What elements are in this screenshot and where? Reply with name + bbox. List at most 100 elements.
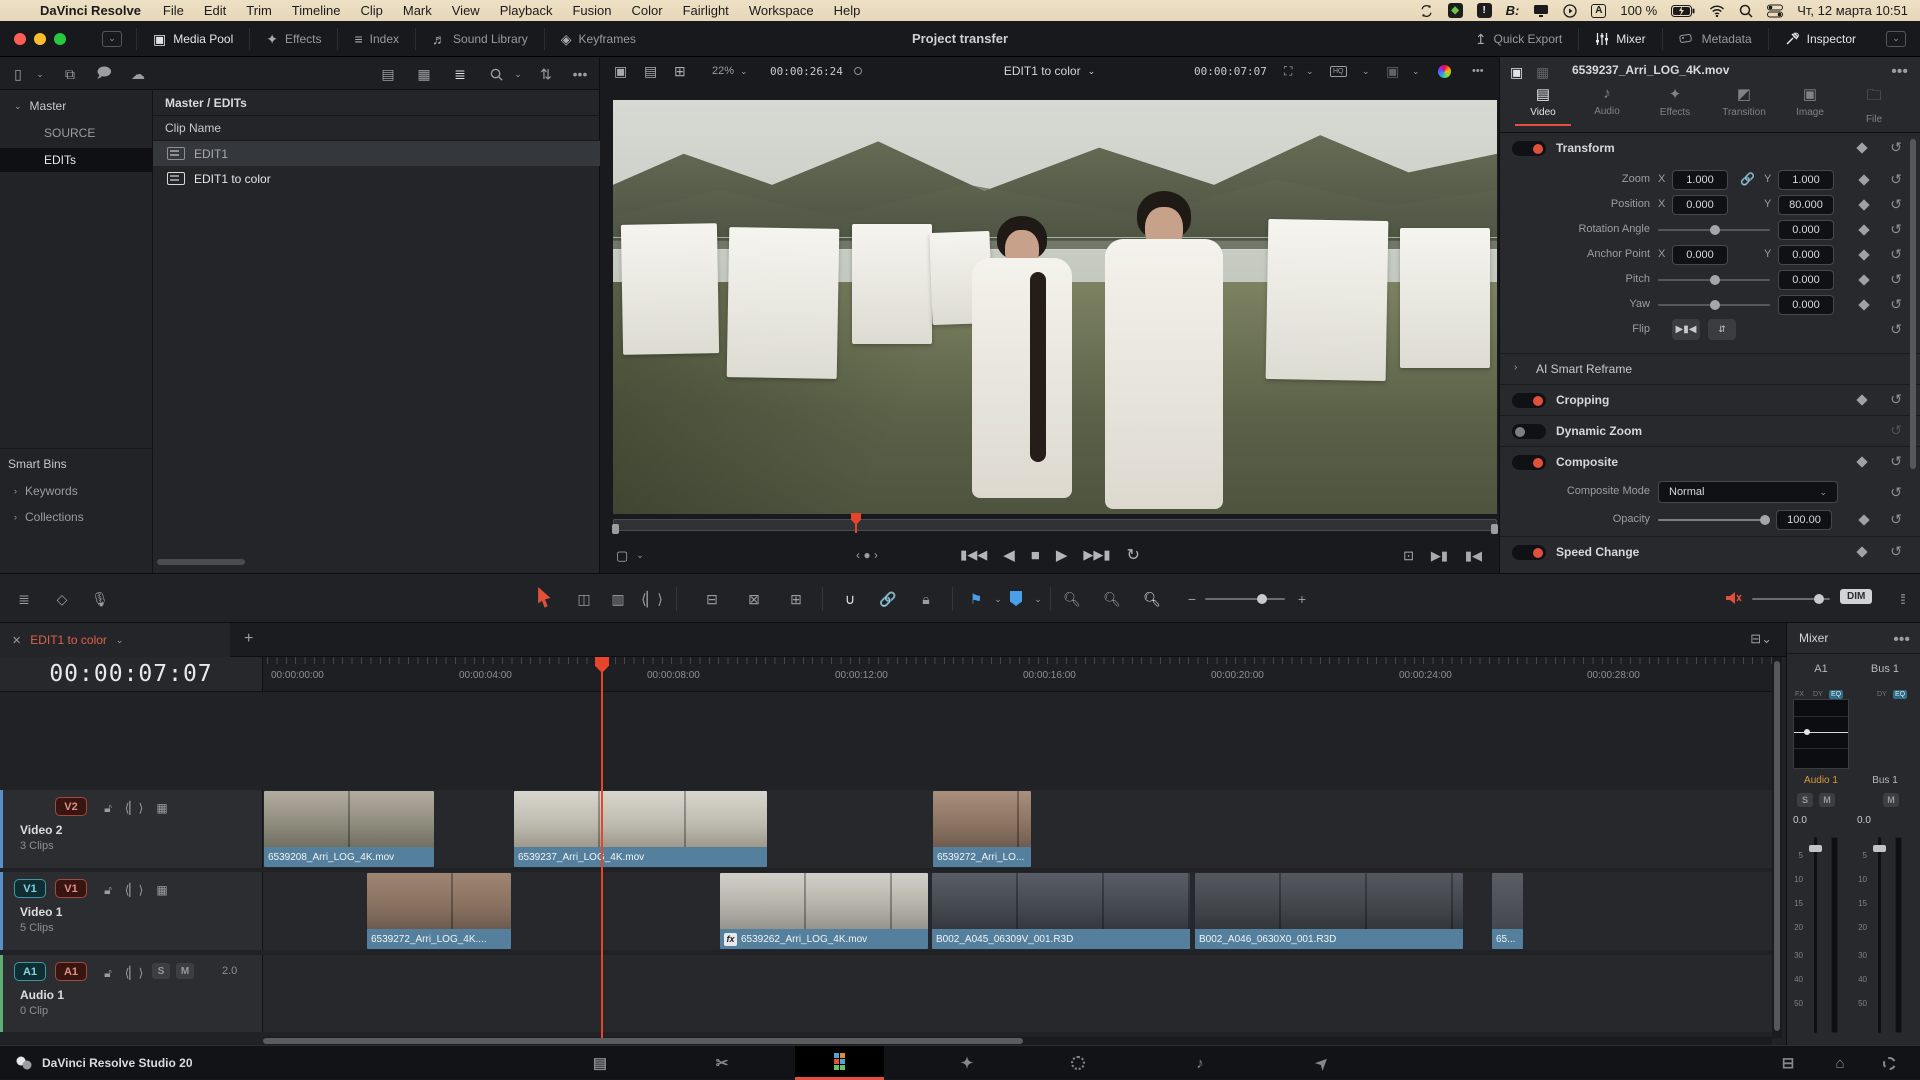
- timeline-horizontal-scrollbar[interactable]: [263, 1037, 1772, 1045]
- app-status-icon[interactable]: ◆: [1448, 3, 1463, 18]
- menu-clip[interactable]: Clip: [360, 3, 382, 18]
- go-to-first-frame-button[interactable]: ▮◀◀: [960, 547, 987, 563]
- anchor-y-field[interactable]: 0.000: [1778, 245, 1834, 265]
- panel-collapse-right-button[interactable]: ⌄: [1886, 31, 1906, 47]
- tab-transition[interactable]: ◩Transition: [1713, 85, 1775, 118]
- clip-v1-b002-a046[interactable]: B002_A046_0630X0_001.R3D: [1194, 872, 1464, 950]
- home-button[interactable]: ⌂: [1817, 1046, 1863, 1080]
- position-x-field[interactable]: 0.000: [1672, 195, 1728, 215]
- mixer-channel-a1-label[interactable]: A1: [1791, 663, 1851, 675]
- enhanced-chevron-icon[interactable]: ⌄: [1412, 57, 1420, 85]
- index-button[interactable]: ≡ Index: [338, 21, 415, 56]
- menu-help[interactable]: Help: [834, 3, 861, 18]
- timeline-timecode[interactable]: 00:00:07:07: [0, 657, 263, 692]
- detail-zoom-icon[interactable]: 🔍︎: [1102, 589, 1122, 609]
- pitch-field[interactable]: 0.000: [1778, 270, 1834, 290]
- cropping-enable-toggle[interactable]: [1512, 393, 1546, 408]
- bin-sidebar-chevron-icon[interactable]: ⌄: [30, 64, 50, 84]
- menu-trim[interactable]: Trim: [246, 3, 272, 18]
- full-extent-zoom-icon[interactable]: 🔍︎: [1062, 589, 1082, 609]
- select-tool-icon[interactable]: [536, 587, 554, 609]
- viewer-multicam-icon[interactable]: ⊞: [674, 57, 686, 85]
- solo-button[interactable]: S: [152, 963, 170, 979]
- linked-selection-icon[interactable]: 🔗: [878, 589, 898, 609]
- relink-media-icon[interactable]: ⧉: [60, 64, 80, 84]
- rotation-field[interactable]: 0.000: [1778, 220, 1834, 240]
- inspector-scrollbar[interactable]: [1910, 139, 1916, 469]
- menu-fairlight[interactable]: Fairlight: [683, 3, 729, 18]
- clip-v2-6539272[interactable]: 6539272_Arri_LO...: [932, 790, 1032, 868]
- list-view-icon[interactable]: ≣: [450, 64, 470, 84]
- play-status-icon[interactable]: [1563, 4, 1577, 18]
- flip-reset-icon[interactable]: ↺: [1890, 321, 1902, 338]
- menu-mark[interactable]: Mark: [403, 3, 432, 18]
- yaw-keyframe-icon[interactable]: [1858, 299, 1869, 310]
- inspector-timeline-icon[interactable]: ▦: [1536, 64, 1549, 82]
- clip-v2-6539237[interactable]: 6539237_Arri_LOG_4K.mov: [513, 790, 768, 868]
- snapping-icon[interactable]: ∪: [840, 589, 860, 609]
- track-lock-icon[interactable]: 🔓︎: [98, 963, 118, 983]
- play-reverse-button[interactable]: ◀: [1003, 546, 1015, 564]
- cropping-keyframe-icon[interactable]: [1856, 394, 1867, 405]
- viewer-zoom-select[interactable]: 22%⌄: [712, 57, 748, 85]
- timeline-list-icon[interactable]: ⊟⌄: [1750, 631, 1772, 647]
- position-lock-icon[interactable]: 🔒︎: [916, 589, 936, 609]
- bus1-dy-badge[interactable]: DY: [1875, 683, 1889, 701]
- scrubber-in-handle[interactable]: [612, 524, 619, 534]
- mute-button[interactable]: M: [176, 963, 194, 979]
- wifi-icon[interactable]: [1709, 5, 1725, 17]
- media-pool-button[interactable]: ▣ Media Pool: [137, 21, 249, 56]
- dynamic-zoom-reset-icon[interactable]: ↺: [1890, 422, 1902, 439]
- zoom-in-icon[interactable]: +: [1292, 589, 1312, 609]
- menu-file[interactable]: File: [163, 3, 184, 18]
- a1-mute-button[interactable]: M: [1819, 793, 1835, 807]
- safe-area-icon[interactable]: ⛶: [1284, 57, 1292, 85]
- battery-icon[interactable]: [1671, 5, 1695, 17]
- timeline-vertical-scrollbar[interactable]: [1772, 657, 1782, 1038]
- section-speed-change[interactable]: Speed Change ↺: [1500, 536, 1920, 567]
- zoom-y-field[interactable]: 1.000: [1778, 170, 1834, 190]
- flag-chevron-icon[interactable]: ⌄: [988, 589, 1008, 609]
- menu-fusion[interactable]: Fusion: [572, 3, 611, 18]
- spotlight-search-icon[interactable]: [1739, 4, 1753, 18]
- cloud-sync-icon[interactable]: ☁: [128, 64, 148, 84]
- a1-destination-badge[interactable]: A1: [55, 962, 87, 981]
- rotation-keyframe-icon[interactable]: [1858, 224, 1869, 235]
- pitch-slider[interactable]: [1658, 279, 1770, 281]
- search-chevron-icon[interactable]: ⌄: [508, 64, 528, 84]
- chevron-down-icon[interactable]: ⌄: [116, 635, 124, 646]
- a1-fader-handle[interactable]: [1809, 845, 1822, 852]
- window-close-button[interactable]: [14, 33, 26, 45]
- auto-select-icon[interactable]: ⟨▏⟩: [124, 963, 144, 983]
- bin-horizontal-scrollbar[interactable]: [157, 559, 245, 565]
- play-button[interactable]: ▶: [1056, 546, 1068, 564]
- transform-reset-icon[interactable]: ↺: [1890, 139, 1902, 156]
- keywords-group[interactable]: › Keywords: [0, 479, 153, 503]
- overwrite-clip-icon[interactable]: ⊠: [744, 589, 764, 609]
- smart-bins-header[interactable]: Smart Bins: [0, 452, 153, 476]
- menu-app-name[interactable]: DaVinci Resolve: [40, 3, 141, 18]
- cut-page-button[interactable]: ✂: [699, 1046, 745, 1080]
- track-header-video2[interactable]: V2 🔓︎ ⟨▏⟩ ▦ Video 2 3 Clips: [0, 790, 263, 868]
- auto-select-icon[interactable]: ⟨▏⟩: [124, 880, 144, 900]
- custom-zoom-icon[interactable]: 🔍︎: [1142, 589, 1162, 609]
- v1-source-badge[interactable]: V1: [14, 879, 46, 898]
- track-lane-a1[interactable]: [263, 955, 1772, 1032]
- track-header-video1[interactable]: V1 V1 🔓︎ ⟨▏⟩ ▦ Video 1 5 Clips: [0, 872, 263, 950]
- viewer-more-icon[interactable]: •••: [1472, 57, 1484, 85]
- effects-button[interactable]: ✦ Effects: [250, 21, 337, 56]
- tab-video[interactable]: ▤Video: [1512, 85, 1574, 118]
- track-visibility-icon[interactable]: ▦: [152, 880, 172, 900]
- section-ai-smart-reframe[interactable]: › AI Smart Reframe: [1500, 353, 1920, 384]
- flag-icon[interactable]: ⚑: [966, 589, 986, 609]
- deliver-page-button[interactable]: ➤: [1299, 1046, 1345, 1080]
- section-composite[interactable]: Composite ↺: [1500, 446, 1920, 477]
- close-icon[interactable]: ✕: [12, 634, 21, 647]
- loop-playback-button[interactable]: ↻: [1127, 545, 1140, 565]
- viewer-scrubber[interactable]: [613, 519, 1497, 531]
- project-settings-button[interactable]: [1866, 1046, 1912, 1080]
- display-status-icon[interactable]: [1533, 4, 1549, 18]
- viewer-gang-icon[interactable]: ▤: [644, 57, 657, 85]
- safe-area-chevron-icon[interactable]: ⌄: [1306, 57, 1314, 85]
- bin-master[interactable]: ⌄ Master: [0, 94, 153, 118]
